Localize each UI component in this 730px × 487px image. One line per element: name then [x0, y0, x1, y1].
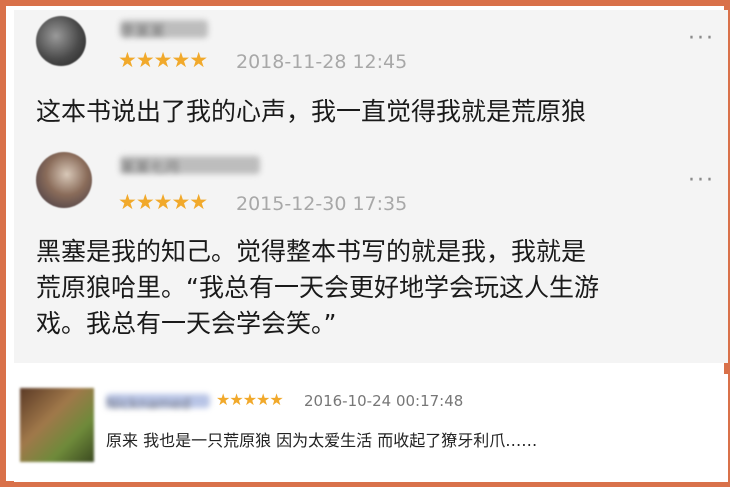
avatar[interactable] [20, 388, 94, 462]
review-line: 戏。我总有一天会学会笑。” [36, 309, 337, 338]
username[interactable]: 李某某 [120, 20, 208, 40]
avatar[interactable] [36, 16, 86, 66]
review-item: Nicknamed ★★★★★ 2016-10-24 00:17:48 原来 我… [14, 374, 728, 482]
timestamp: 2016-10-24 00:17:48 [304, 392, 464, 410]
star-rating: ★★★★★ [118, 48, 208, 72]
avatar[interactable] [36, 152, 92, 208]
more-options-icon[interactable]: ··· [688, 28, 715, 50]
review-line: 荒原狼哈里。“我总有一天会更好地学会玩这人生游 [36, 273, 599, 302]
star-rating: ★★★★★ [216, 390, 284, 409]
review-line: 原来 我也是一只荒原狼 因为太爱生活 而收起了獠牙利爪…… [106, 431, 538, 450]
timestamp: 2015-12-30 17:35 [236, 193, 408, 215]
username[interactable]: 某某七月 [120, 156, 260, 176]
review-panel: 李某某 ★★★★★ 2018-11-28 12:45 ··· 这本书说出了我的心… [14, 10, 728, 363]
review-text: 原来 我也是一只荒原狼 因为太爱生活 而收起了獠牙利爪…… [106, 430, 537, 452]
review-text: 黑塞是我的知己。觉得整本书写的就是我，我就是 荒原狼哈里。“我总有一天会更好地学… [36, 234, 599, 342]
image-frame: 李某某 ★★★★★ 2018-11-28 12:45 ··· 这本书说出了我的心… [0, 0, 730, 487]
review-text: 这本书说出了我的心声，我一直觉得我就是荒原狼 [36, 94, 586, 130]
review-line: 黑塞是我的知己。觉得整本书写的就是我，我就是 [36, 237, 587, 266]
review-line: 这本书说出了我的心声，我一直觉得我就是荒原狼 [36, 97, 587, 126]
star-rating: ★★★★★ [118, 190, 208, 214]
more-options-icon[interactable]: ··· [688, 170, 715, 192]
timestamp: 2018-11-28 12:45 [236, 51, 408, 73]
username[interactable]: Nicknamed [106, 394, 210, 413]
